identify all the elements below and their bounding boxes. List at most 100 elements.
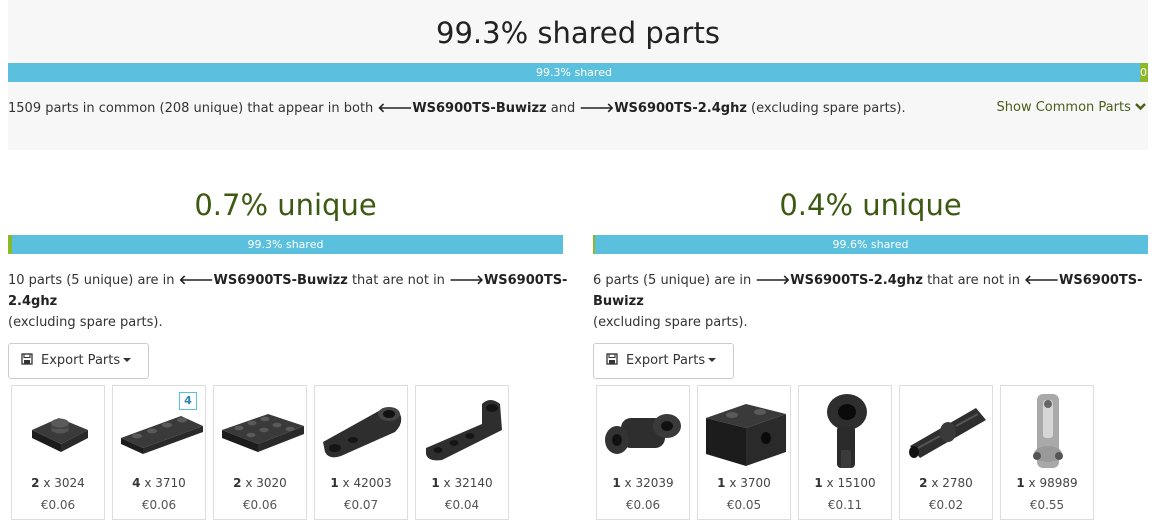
right-export-parts-button[interactable]: Export Parts — [593, 343, 734, 379]
right-progress-bar: 99.6% shared — [593, 235, 1148, 254]
show-common-label: Show Common Parts — [996, 100, 1131, 115]
shared-progress-bar: 99.3% shared 0 — [8, 63, 1148, 82]
part-qty: 2 x 3024 — [31, 476, 85, 490]
left-desc-mid: that are not in — [351, 273, 445, 288]
shared-description: 1509 parts in common (208 unique) that a… — [8, 98, 906, 119]
part-card[interactable]: 2 x 3024 €0.06 — [11, 385, 105, 520]
right-unique-title: 0.4% unique — [779, 188, 962, 222]
part-id: 32140 — [454, 476, 493, 490]
shared-desc-and: and — [550, 101, 576, 116]
qty-value: 1 — [431, 476, 440, 490]
arrow-right-icon: 🡒 — [449, 273, 484, 288]
right-set-in-link[interactable]: WS6900TS-2.4ghz — [790, 273, 923, 288]
show-common-parts-link[interactable]: Show Common Parts — [997, 100, 1146, 115]
part-card[interactable]: 1 x 3700 €0.05 — [697, 385, 791, 520]
part-image-2780 — [909, 408, 986, 458]
left-desc-text: 10 parts (5 unique) are in — [8, 273, 175, 288]
qty-value: 1 — [1016, 476, 1025, 490]
right-export-label: Export Parts — [626, 353, 706, 368]
part-qty: 2 x 2780 — [919, 476, 973, 490]
part-qty: 1 x 32039 — [612, 476, 674, 490]
set-b-link[interactable]: WS6900TS-2.4ghz — [614, 101, 747, 116]
left-unique-title: 0.7% unique — [194, 188, 377, 222]
left-export-parts-button[interactable]: Export Parts — [8, 343, 149, 379]
left-progress-bar: 99.3% shared — [8, 235, 563, 254]
part-card[interactable]: 1 x 32140 €0.04 — [415, 385, 509, 520]
shared-bar-label: 99.3% shared — [536, 66, 612, 79]
arrow-left-icon: 🡐 — [377, 101, 413, 116]
arrow-left-icon: 🡐 — [1024, 273, 1060, 288]
part-qty: 1 x 3700 — [717, 476, 771, 490]
arrow-left-icon: 🡐 — [178, 273, 214, 288]
qty-value: 2 — [233, 476, 242, 490]
part-card[interactable]: 2 x 2780 €0.02 — [899, 385, 993, 520]
part-card[interactable]: 4 4 x 3710 €0.06 — [112, 385, 206, 520]
set-a-link[interactable]: WS6900TS-Buwizz — [412, 101, 546, 116]
left-set-in-link[interactable]: WS6900TS-Buwizz — [214, 273, 348, 288]
right-bar-label: 99.6% shared — [832, 238, 909, 251]
part-image-15100 — [827, 394, 867, 468]
part-price: €0.06 — [625, 498, 661, 512]
caret-down-icon — [708, 358, 717, 362]
qty-value: 2 — [31, 476, 40, 490]
chevron-down-icon — [1135, 103, 1146, 111]
floppy-disk-icon — [21, 353, 33, 365]
shared-bar-end-label: 0 — [1140, 66, 1147, 79]
part-price: €0.05 — [726, 498, 762, 512]
part-image-32140 — [426, 400, 502, 461]
part-id: 3020 — [256, 476, 287, 490]
part-image-3020 — [222, 414, 304, 452]
part-price: €0.06 — [141, 498, 177, 512]
part-id: 3710 — [155, 476, 186, 490]
part-price: €0.06 — [242, 498, 278, 512]
quantity-badge: 4 — [179, 392, 197, 410]
part-id: 2780 — [942, 476, 973, 490]
qty-value: 2 — [919, 476, 928, 490]
qty-value: 1 — [612, 476, 621, 490]
part-image-3024 — [32, 418, 88, 452]
caret-down-icon — [123, 358, 132, 362]
arrow-right-icon: 🡒 — [579, 101, 615, 116]
part-qty: 4 x 3710 — [132, 476, 186, 490]
part-price: €0.02 — [928, 498, 964, 512]
part-id: 98989 — [1039, 476, 1078, 490]
right-desc-post: (excluding spare parts). — [593, 315, 748, 330]
part-card[interactable]: 2 x 3020 €0.06 — [213, 385, 307, 520]
arrow-right-icon: 🡒 — [755, 273, 791, 288]
part-id: 32039 — [635, 476, 674, 490]
left-description: 10 parts (5 unique) are in 🡐WS6900TS-Buw… — [8, 270, 568, 333]
part-id: 15100 — [837, 476, 876, 490]
qty-value: 1 — [717, 476, 726, 490]
qty-value: 4 — [132, 476, 141, 490]
part-id: 3024 — [54, 476, 85, 490]
part-card[interactable]: 1 x 32039 €0.06 — [596, 385, 690, 520]
part-card[interactable]: 1 x 42003 €0.07 — [314, 385, 408, 520]
part-image-32039 — [605, 414, 681, 454]
part-image-3700 — [706, 404, 786, 466]
right-desc-text: 6 parts (5 unique) are in — [593, 273, 752, 288]
part-qty: 1 x 15100 — [814, 476, 876, 490]
left-bar-label: 99.3% shared — [247, 238, 324, 251]
shared-section: 99.3% shared parts 99.3% shared 0 1509 p… — [8, 0, 1148, 150]
part-image-98989 — [1033, 394, 1063, 468]
part-qty: 1 x 32140 — [431, 476, 493, 490]
right-description: 6 parts (5 unique) are in 🡒WS6900TS-2.4g… — [593, 270, 1153, 333]
left-export-label: Export Parts — [41, 353, 121, 368]
part-card[interactable]: 1 x 98989 €0.55 — [1000, 385, 1094, 520]
part-price: €0.06 — [40, 498, 76, 512]
part-image-42003 — [323, 407, 402, 458]
part-qty: 2 x 3020 — [233, 476, 287, 490]
part-card[interactable]: 1 x 15100 €0.11 — [798, 385, 892, 520]
floppy-disk-icon — [606, 353, 618, 365]
part-price: €0.07 — [343, 498, 379, 512]
right-desc-mid: that are not in — [927, 273, 1021, 288]
left-desc-post: (excluding spare parts). — [8, 315, 163, 330]
shared-desc-text: 1509 parts in common (208 unique) that a… — [8, 101, 374, 116]
part-price: €0.55 — [1029, 498, 1065, 512]
part-id: 3700 — [740, 476, 771, 490]
shared-desc-post: (excluding spare parts). — [751, 101, 906, 116]
part-qty: 1 x 98989 — [1016, 476, 1078, 490]
part-id: 42003 — [353, 476, 392, 490]
part-price: €0.04 — [444, 498, 480, 512]
part-price: €0.11 — [827, 498, 863, 512]
